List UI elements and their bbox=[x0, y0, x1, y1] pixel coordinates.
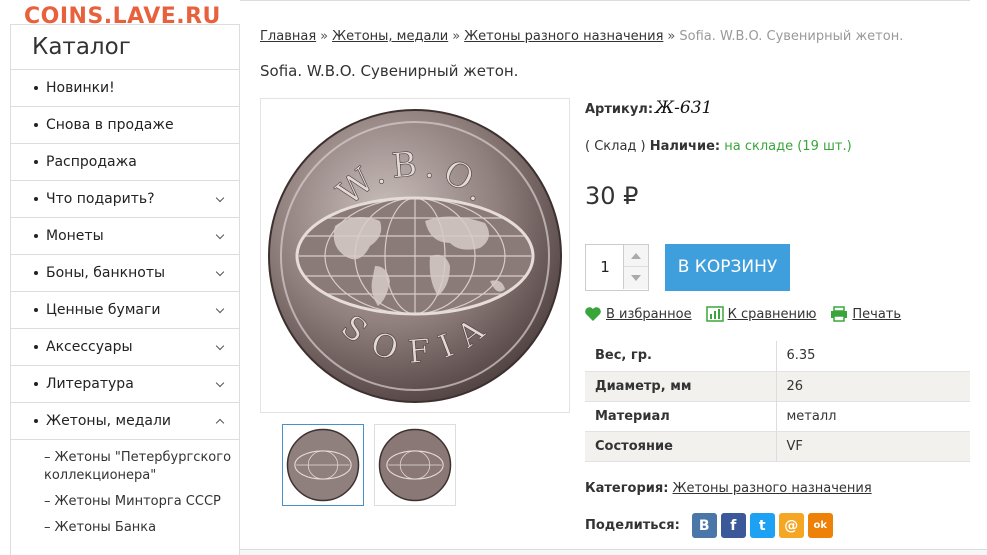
article-info: Артикул: Ж-631 bbox=[585, 98, 713, 118]
sidebar-submenu: – Жетоны "Петербургского коллекционера" – Ж… bbox=[11, 440, 239, 537]
sidebar-item-label: Что подарить? bbox=[46, 191, 155, 207]
bullet-icon bbox=[34, 419, 38, 423]
sidebar-item[interactable]: Новинки! bbox=[11, 70, 239, 107]
sidebar-item[interactable]: Ценные бумаги bbox=[11, 292, 239, 329]
product-properties-table: Вес, гр. 6.35 Диаметр, мм 26 Материал метал… bbox=[585, 341, 970, 462]
sidebar-item[interactable]: Аксессуары bbox=[11, 329, 239, 366]
table-row: Диаметр, мм 26 bbox=[585, 371, 970, 401]
sidebar-item-label: Снова в продаже bbox=[46, 117, 174, 133]
sidebar-item-label: Жетоны, медали bbox=[46, 413, 172, 429]
facebook-icon[interactable]: f bbox=[720, 513, 746, 538]
sidebar-item[interactable]: Жетоны, медали bbox=[11, 403, 239, 440]
sidebar-item-label: Боны, банкноты bbox=[46, 265, 166, 281]
table-row: Состояние VF bbox=[585, 431, 970, 461]
product-thumbnail-2[interactable] bbox=[374, 424, 456, 506]
bullet-icon bbox=[34, 86, 38, 90]
chevron-down-icon[interactable] bbox=[215, 304, 225, 314]
chevron-down-icon[interactable] bbox=[215, 341, 225, 351]
compare-link[interactable]: К сравнению bbox=[705, 306, 816, 322]
chevron-down-icon[interactable] bbox=[215, 267, 225, 277]
sidebar-item[interactable]: Литература bbox=[11, 366, 239, 403]
chevron-down-icon[interactable] bbox=[215, 378, 225, 388]
heart-icon bbox=[585, 307, 601, 321]
print-link[interactable]: Печать bbox=[830, 306, 901, 322]
quantity-input[interactable]: 1 bbox=[586, 245, 624, 290]
sidebar-item[interactable]: Монеты bbox=[11, 218, 239, 255]
product-actions: В избранное К сравнению Печать bbox=[584, 306, 901, 322]
printer-icon bbox=[831, 306, 848, 322]
sidebar-item-label: Аксессуары bbox=[46, 339, 133, 355]
header-divider bbox=[240, 0, 970, 1]
odnoklassniki-icon[interactable]: ok bbox=[807, 513, 833, 538]
dash-icon: – bbox=[44, 520, 51, 535]
stock-info: ( Склад ) Наличие: на складе (19 шт.) bbox=[585, 139, 852, 154]
sidebar-item-label: Ценные бумаги bbox=[46, 302, 161, 318]
mail-icon[interactable]: @ bbox=[778, 513, 804, 538]
bullet-icon bbox=[34, 160, 38, 164]
twitter-icon[interactable]: t bbox=[749, 513, 775, 538]
arrow-up-icon bbox=[631, 253, 641, 259]
sidebar-title: Каталог bbox=[11, 25, 239, 70]
stock-status: на складе (19 шт.) bbox=[724, 139, 852, 154]
page-title: Sofia. W.B.O. Сувенирный жетон. bbox=[260, 62, 519, 80]
breadcrumb-link-misc-tokens[interactable]: Жетоны разного назначения bbox=[464, 29, 663, 44]
coin-image: W.B.O. SOFIA bbox=[268, 108, 562, 403]
dash-icon: – bbox=[44, 450, 51, 465]
sidebar-subitem[interactable]: – Жетоны Банка bbox=[11, 519, 239, 537]
breadcrumb-link-tokens-medals[interactable]: Жетоны, медали bbox=[332, 29, 448, 44]
product-main-image[interactable]: W.B.O. SOFIA bbox=[260, 98, 570, 413]
arrow-down-icon bbox=[631, 275, 641, 281]
share-block: Поделиться: Вf t @ ok bbox=[585, 513, 833, 538]
quantity-stepper: 1 bbox=[585, 244, 649, 291]
sidebar-menu: Новинки! Снова в продаже Распродажа Что под… bbox=[11, 70, 239, 440]
vk-icon[interactable]: В bbox=[691, 513, 717, 538]
compare-chart-icon bbox=[705, 306, 724, 322]
bullet-icon bbox=[34, 382, 38, 386]
footer-strip bbox=[240, 549, 987, 555]
breadcrumb: Главная» Жетоны, медали» Жетоны разного на… bbox=[260, 29, 904, 44]
sidebar-item-label: Распродажа bbox=[46, 154, 137, 170]
dash-icon: – bbox=[44, 494, 51, 509]
bullet-icon bbox=[34, 271, 38, 275]
bullet-icon bbox=[34, 123, 38, 127]
sidebar-subitem[interactable]: – Жетоны "Петербургского коллекционера" bbox=[11, 449, 239, 485]
sidebar-item-label: Новинки! bbox=[46, 80, 115, 96]
bullet-icon bbox=[34, 308, 38, 312]
sidebar-subitem-label: Жетоны Банка bbox=[54, 520, 157, 535]
chevron-down-icon[interactable] bbox=[215, 193, 225, 203]
share-buttons: Вf t @ ok bbox=[688, 513, 833, 538]
sidebar-subitem-label: Жетоны Минторга СССР bbox=[54, 494, 221, 509]
coin-thumbnail bbox=[286, 428, 360, 502]
sidebar-item[interactable]: Распродажа bbox=[11, 144, 239, 181]
quantity-increase-button[interactable] bbox=[623, 245, 648, 267]
product-category: Категория: Жетоны разного назначения bbox=[585, 481, 872, 496]
sidebar-item-label: Монеты bbox=[46, 228, 104, 244]
bullet-icon bbox=[34, 345, 38, 349]
bullet-icon bbox=[34, 234, 38, 238]
sidebar-subitem-label: Жетоны "Петербургского коллекционера" bbox=[44, 450, 232, 483]
bullet-icon bbox=[34, 197, 38, 201]
chevron-up-icon[interactable] bbox=[215, 418, 225, 428]
product-price: 30 ₽ bbox=[585, 182, 639, 210]
catalog-sidebar: Каталог Новинки! Снова в продаже Распродаж… bbox=[10, 24, 240, 555]
sidebar-item[interactable]: Снова в продаже bbox=[11, 107, 239, 144]
sidebar-item-label: Литература bbox=[46, 376, 134, 392]
chevron-down-icon[interactable] bbox=[215, 230, 225, 240]
category-link[interactable]: Жетоны разного назначения bbox=[672, 481, 871, 496]
product-thumbnail-1[interactable] bbox=[282, 424, 364, 506]
sidebar-item[interactable]: Боны, банкноты bbox=[11, 255, 239, 292]
table-row: Материал металл bbox=[585, 401, 970, 431]
favorite-link[interactable]: В избранное bbox=[584, 306, 692, 322]
quantity-decrease-button[interactable] bbox=[623, 267, 648, 289]
table-row: Вес, гр. 6.35 bbox=[585, 341, 970, 371]
add-to-cart-button[interactable]: В КОРЗИНУ bbox=[665, 244, 790, 291]
sidebar-item[interactable]: Что подарить? bbox=[11, 181, 239, 218]
article-code: Ж-631 bbox=[655, 98, 713, 118]
coin-thumbnail bbox=[378, 428, 452, 502]
breadcrumb-current: Sofia. W.B.O. Сувенирный жетон. bbox=[679, 29, 904, 44]
stock-warehouse: ( Склад ) bbox=[585, 139, 646, 154]
breadcrumb-link-home[interactable]: Главная bbox=[260, 29, 316, 44]
sidebar-subitem[interactable]: – Жетоны Минторга СССР bbox=[11, 493, 239, 511]
